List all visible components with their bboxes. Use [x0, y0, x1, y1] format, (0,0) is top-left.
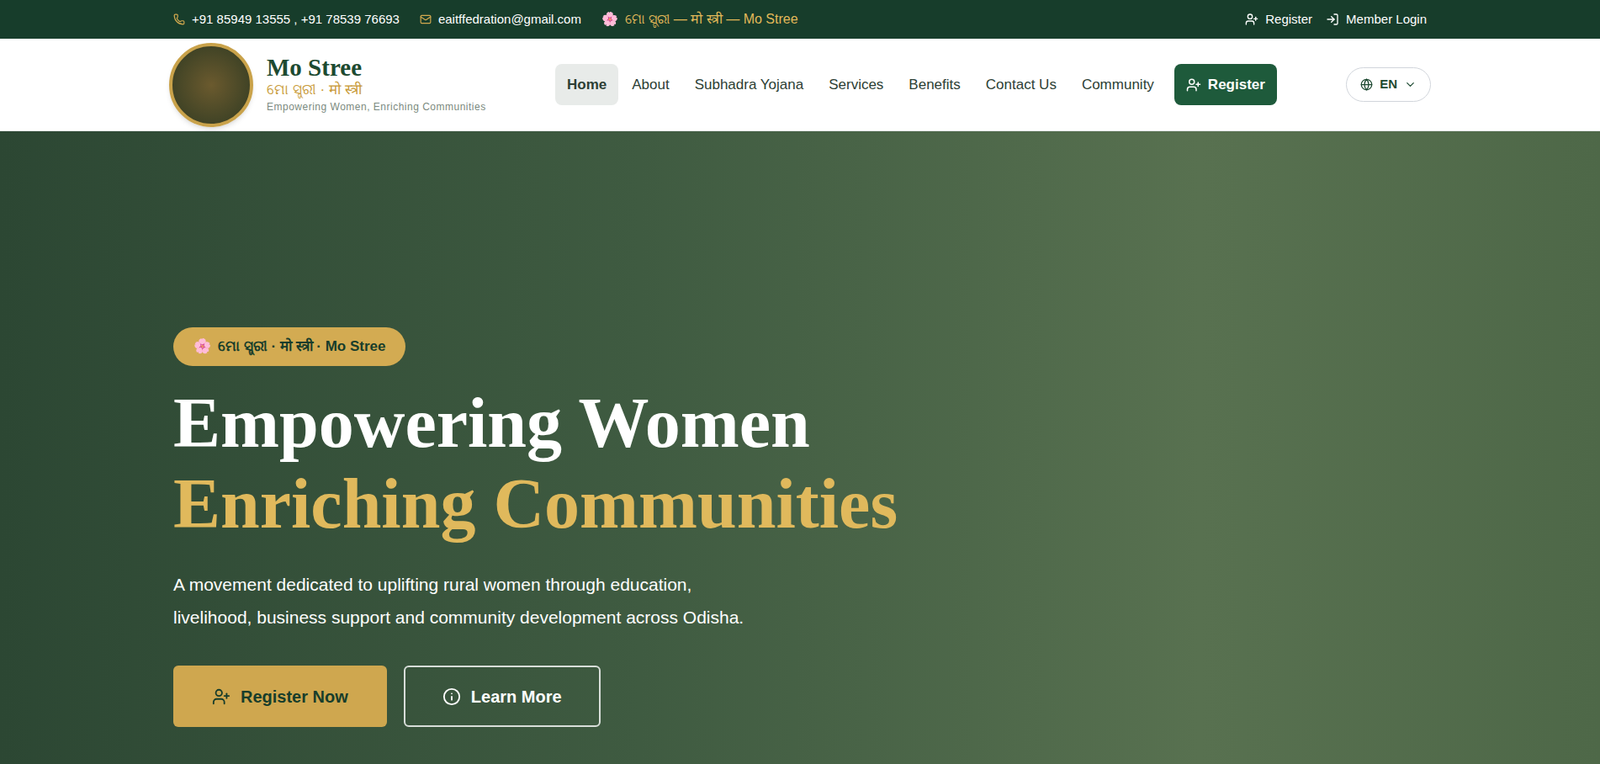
hero-description: A movement dedicated to uplifting rural …: [173, 568, 763, 635]
nav-register-button[interactable]: Register: [1174, 63, 1277, 106]
phone-contact[interactable]: +91 85949 13555 , +91 78539 76693: [173, 10, 400, 30]
learn-more-button[interactable]: Learn More: [403, 665, 601, 727]
nav-item[interactable]: Community: [1070, 63, 1166, 106]
user-plus-icon: [1186, 77, 1202, 93]
email-contact[interactable]: eaitffedration@gmail.com: [419, 10, 582, 30]
user-plus-icon: [211, 687, 231, 706]
brand[interactable]: Mo Streeମୋ ସ୍ତ୍ରୀ · मो स्त्रीEmpowering …: [169, 42, 487, 128]
info-icon: [442, 687, 461, 706]
hero-badge: 🌸ମୋ ସ୍ତ୍ରୀ · मो स्त्री · Mo Stree: [173, 327, 406, 366]
flower-icon: 🌸: [193, 335, 212, 358]
top-bar: +91 85949 13555 , +91 78539 76693 eaitffe…: [0, 0, 1600, 39]
user-plus-icon: [1245, 12, 1259, 27]
nav-item[interactable]: Contact Us: [974, 63, 1069, 106]
nav-item[interactable]: Subhadra Yojana: [683, 63, 816, 106]
mail-icon: [419, 13, 432, 26]
logo: [169, 42, 254, 128]
flower-icon: 🌸: [601, 9, 619, 30]
hero: 🌸ମୋ ସ୍ତ୍ରୀ · मो स्त्री · Mo Stree Empower…: [0, 131, 1600, 764]
brand-name: Mo Stree: [266, 54, 487, 82]
login-icon: [1325, 12, 1340, 27]
register-now-button[interactable]: Register Now: [173, 665, 387, 727]
header: Mo Streeମୋ ସ୍ତ୍ରୀ · मो स्त्रीEmpowering …: [0, 38, 1600, 132]
brand-tagline: Empowering Women, Enriching Communities: [266, 99, 487, 115]
topbar-link[interactable]: Member Login: [1325, 10, 1427, 30]
brand-subtitle: ମୋ ସ୍ତ୍ରୀ · मो स्त्री: [266, 80, 487, 100]
phone-icon: [173, 13, 186, 26]
hero-title: Empowering WomenEnriching Communities: [173, 382, 898, 546]
language-selector[interactable]: EN: [1345, 67, 1431, 102]
chevron-down-icon: [1403, 78, 1417, 91]
nav-item[interactable]: Services: [816, 63, 896, 106]
nav-item[interactable]: About: [619, 63, 681, 106]
page: +91 85949 13555 , +91 78539 76693 eaitffe…: [0, 0, 1600, 764]
nav-item[interactable]: Benefits: [896, 63, 972, 106]
nav-item[interactable]: Home: [555, 63, 619, 106]
topbar-tagline: 🌸ମୋ ସ୍ତ୍ରୀ — मो स्त्री — Mo Stree: [601, 9, 799, 30]
globe-icon: [1360, 78, 1373, 91]
topbar-link[interactable]: Register: [1245, 10, 1313, 30]
